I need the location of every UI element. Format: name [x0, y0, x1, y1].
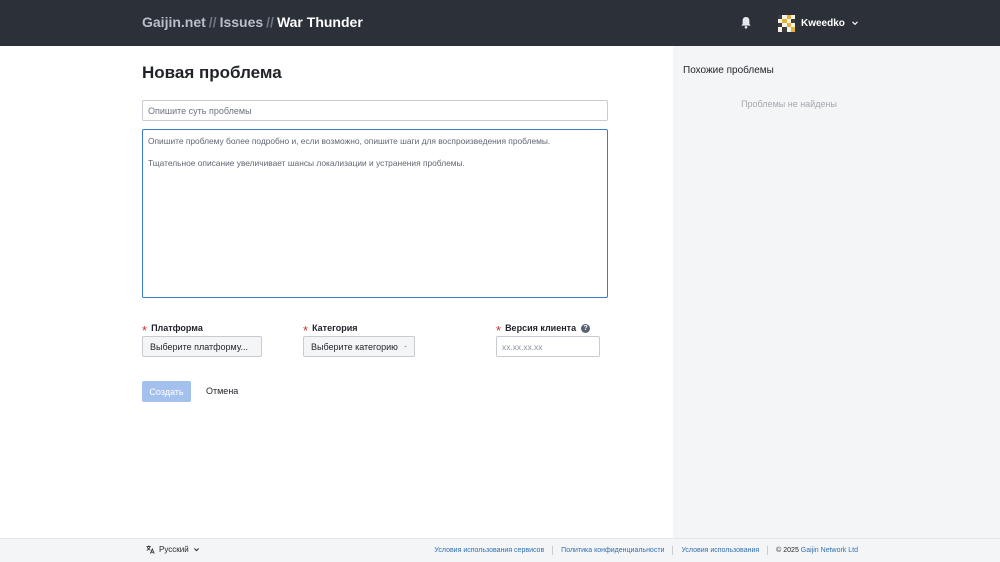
description-textarea[interactable] — [142, 129, 608, 298]
asterisk-icon: * — [142, 322, 148, 338]
breadcrumb: Gaijin.net//Issues//War Thunder — [142, 14, 363, 30]
platform-select[interactable]: Выберите платформу... — [142, 336, 262, 357]
breadcrumb-gaijin[interactable]: Gaijin.net — [142, 14, 206, 30]
language-label: Русский — [159, 545, 189, 554]
user-menu[interactable]: Kweedko — [778, 14, 859, 32]
platform-label: * Платформа — [142, 322, 203, 338]
language-selector[interactable]: Русский — [146, 545, 204, 554]
platform-label-text: Платформа — [151, 323, 203, 333]
divider — [672, 546, 674, 555]
chevron-down-icon — [852, 21, 858, 26]
breadcrumb-issues[interactable]: Issues — [220, 14, 264, 30]
cancel-button[interactable]: Отмена — [206, 386, 238, 396]
similar-issues-empty: Проблемы не найдены — [741, 99, 837, 109]
page-title: Новая проблема — [142, 63, 282, 82]
privacy-policy-link[interactable]: Политика конфиденциальности — [561, 547, 664, 554]
client-version-input[interactable] — [496, 336, 600, 357]
terms-of-service-link[interactable]: Условия использования сервисов — [434, 547, 544, 554]
category-select[interactable]: Выберите категорию — [303, 336, 415, 357]
version-label: * Версия клиента ? — [496, 322, 591, 338]
breadcrumb-war-thunder[interactable]: War Thunder — [277, 14, 363, 30]
footer: Русский Условия использования сервисов П… — [0, 538, 1000, 562]
chevron-down-icon — [193, 548, 199, 552]
divider — [552, 546, 554, 555]
version-label-text: Версия клиента — [505, 323, 577, 333]
translate-icon — [146, 545, 155, 554]
asterisk-icon: * — [303, 322, 309, 338]
terms-of-use-link[interactable]: Условия использования — [681, 547, 759, 554]
summary-input[interactable] — [142, 100, 608, 121]
question-circle-icon[interactable]: ? — [581, 323, 591, 333]
avatar — [778, 14, 795, 32]
username: Kweedko — [801, 17, 845, 29]
category-label: * Категория — [303, 322, 358, 338]
platform-select-value: Выберите платформу... — [150, 341, 248, 352]
footer-links: Условия использования сервисов Политика … — [434, 546, 858, 555]
category-label-text: Категория — [312, 323, 358, 333]
copyright: © 2025 Gaijin Network Ltd — [776, 547, 858, 554]
breadcrumb-separator: // — [266, 14, 274, 30]
category-select-value: Выберите категорию — [311, 341, 398, 352]
create-button[interactable]: Создать — [142, 381, 191, 402]
copyright-year: © 2025 — [776, 547, 799, 554]
company-link[interactable]: Gaijin Network Ltd — [801, 547, 858, 554]
similar-issues-title: Похожие проблемы — [683, 65, 774, 76]
breadcrumb-separator: // — [208, 14, 217, 30]
bell-icon[interactable] — [740, 16, 752, 29]
asterisk-icon: * — [496, 322, 502, 338]
divider — [767, 546, 769, 555]
similar-issues-panel: Похожие проблемы Проблемы не найдены — [673, 46, 1000, 538]
chevron-down-icon — [404, 345, 407, 348]
top-header: Gaijin.net//Issues//War Thunder Kweedko — [0, 0, 1000, 46]
